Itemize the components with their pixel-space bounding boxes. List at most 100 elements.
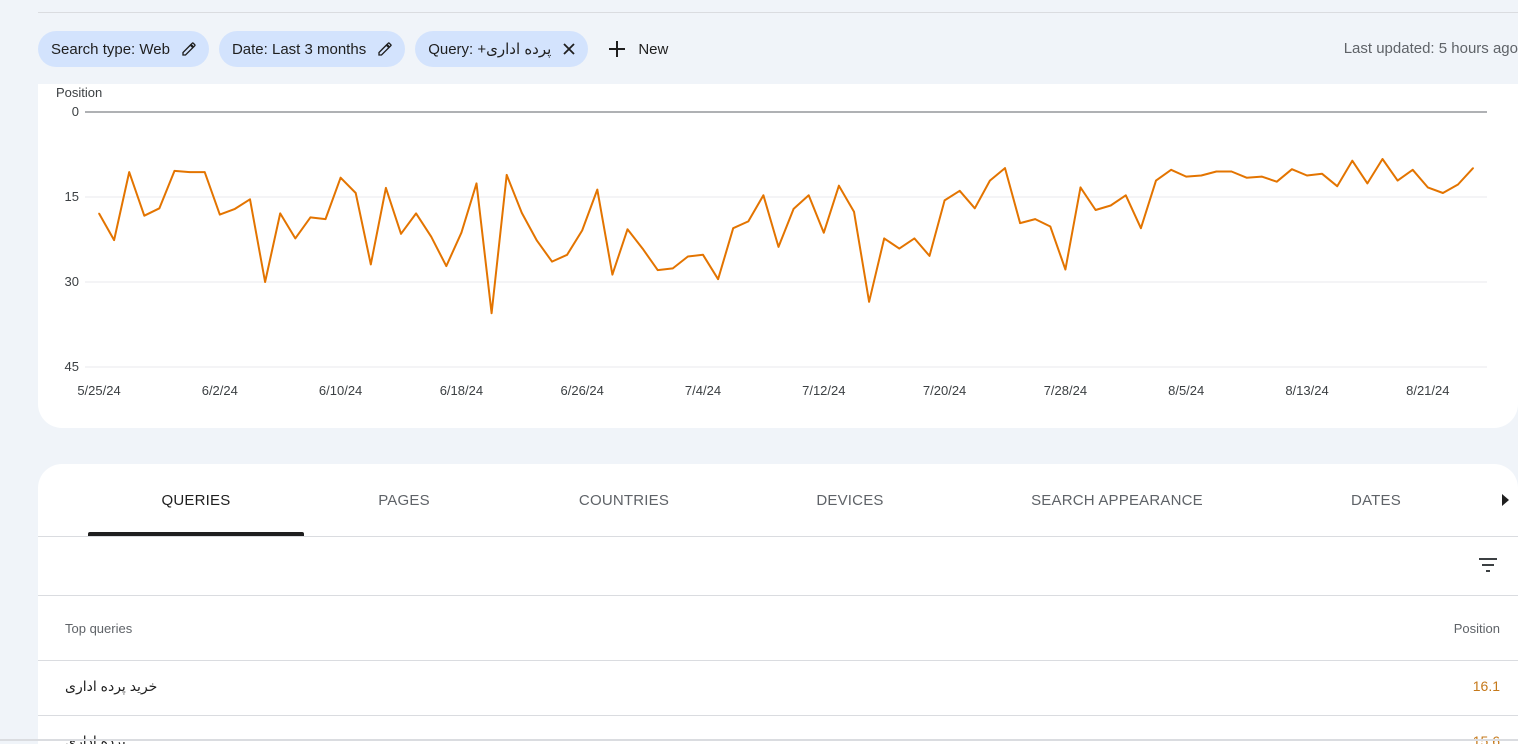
scroll-right-icon[interactable] xyxy=(1500,490,1512,510)
query-chip[interactable]: Query: +پرده اداری xyxy=(415,31,589,67)
x-tick-label: 6/10/24 xyxy=(319,383,362,398)
data-point xyxy=(1155,179,1157,182)
search-type-chip[interactable]: Search type: Web xyxy=(38,31,209,67)
data-point xyxy=(1230,170,1233,173)
x-tick-label: 8/5/24 xyxy=(1168,383,1204,398)
data-point xyxy=(1472,167,1474,169)
data-point xyxy=(989,179,991,182)
new-filter-button[interactable]: New xyxy=(608,40,668,58)
data-point xyxy=(475,182,478,185)
dimension-tabs: QUERIES PAGES COUNTRIES DEVICES SEARCH A… xyxy=(38,464,1518,537)
data-point xyxy=(1336,185,1338,188)
data-point xyxy=(1094,209,1097,211)
data-point xyxy=(1034,218,1036,220)
data-point xyxy=(974,207,976,210)
data-point xyxy=(400,233,402,235)
data-point xyxy=(536,239,538,242)
data-point xyxy=(1109,204,1112,207)
data-point xyxy=(445,265,448,267)
data-point xyxy=(1381,158,1384,160)
data-point xyxy=(1200,174,1203,177)
data-point xyxy=(1170,169,1172,171)
chip-label: Query: +پرده اداری xyxy=(428,41,552,58)
x-tick-label: 6/26/24 xyxy=(561,383,604,398)
table-header: Top queries Position xyxy=(38,596,1518,661)
tab-countries[interactable]: COUNTRIES xyxy=(524,464,724,536)
data-point xyxy=(370,263,372,266)
data-point xyxy=(249,198,251,201)
data-point xyxy=(158,207,161,210)
data-point xyxy=(234,208,236,210)
data-point xyxy=(1442,192,1444,194)
tab-dates[interactable]: DATES xyxy=(1306,464,1446,536)
tab-pages[interactable]: PAGES xyxy=(304,464,504,536)
x-tick-label: 7/20/24 xyxy=(923,383,966,398)
data-point xyxy=(521,212,523,214)
data-point xyxy=(1276,180,1278,183)
data-point xyxy=(385,187,387,189)
date-chip[interactable]: Date: Last 3 months xyxy=(218,31,406,67)
data-point xyxy=(551,260,553,263)
data-point xyxy=(1321,172,1323,175)
x-tick-label: 6/18/24 xyxy=(440,383,483,398)
x-tick-label: 5/25/24 xyxy=(77,383,120,398)
position-cell: 16.1 xyxy=(1472,678,1500,694)
data-point xyxy=(309,216,312,219)
position-series-line[interactable] xyxy=(98,158,1474,315)
tab-queries[interactable]: QUERIES xyxy=(88,464,304,536)
position-line-chart: Position 0 15 30 45 5/25/24 6/2/24 6/10/24 6/18… xyxy=(56,85,1487,398)
filter-rows-icon[interactable] xyxy=(1476,553,1500,577)
data-point xyxy=(581,229,583,232)
tab-devices[interactable]: DEVICES xyxy=(750,464,950,536)
grid-lines xyxy=(85,111,1487,368)
x-tick-label: 7/28/24 xyxy=(1044,383,1087,398)
data-point xyxy=(490,312,493,314)
data-point xyxy=(1427,186,1429,189)
data-point xyxy=(1125,194,1127,197)
data-point xyxy=(626,228,629,231)
top-divider xyxy=(38,12,1518,13)
data-point xyxy=(656,269,659,271)
data-point xyxy=(1245,176,1248,179)
data-point xyxy=(264,281,266,283)
filter-bar: Search type: Web Date: Last 3 months Que… xyxy=(38,31,668,67)
position-chart-card: Position 0 15 30 45 5/25/24 6/2/24 6/10/24 6/18… xyxy=(38,84,1518,428)
close-icon[interactable] xyxy=(562,42,576,56)
data-point xyxy=(339,176,342,179)
tab-search-appearance[interactable]: SEARCH APPEARANCE xyxy=(1007,464,1227,536)
column-header-queries[interactable]: Top queries xyxy=(65,621,132,636)
data-point xyxy=(1079,186,1082,189)
data-point xyxy=(1049,225,1052,228)
pencil-icon xyxy=(182,42,196,56)
data-point xyxy=(219,213,221,216)
data-point xyxy=(143,214,146,217)
table-row[interactable]: خرید پرده اداری 16.1 xyxy=(38,661,1518,716)
query-cell: خرید پرده اداری xyxy=(65,678,158,694)
data-point xyxy=(505,174,508,176)
table-toolbar xyxy=(38,537,1518,596)
x-tick-label: 6/2/24 xyxy=(202,383,238,398)
plus-icon xyxy=(609,41,626,57)
data-point xyxy=(354,192,357,194)
data-point xyxy=(294,237,297,240)
data-point xyxy=(717,278,719,280)
y-axis-title: Position xyxy=(56,85,102,100)
data-point xyxy=(1351,159,1354,162)
data-point xyxy=(823,231,825,234)
x-tick-label: 8/13/24 xyxy=(1285,383,1328,398)
data-point xyxy=(747,220,750,223)
data-point xyxy=(1215,170,1218,173)
data-point xyxy=(762,194,765,197)
data-point xyxy=(596,188,599,191)
data-point xyxy=(1140,227,1142,229)
data-point xyxy=(324,218,327,220)
data-point xyxy=(611,273,614,276)
chip-label: Date: Last 3 months xyxy=(231,40,367,58)
active-tab-indicator xyxy=(88,532,304,536)
data-point xyxy=(460,231,463,234)
data-point xyxy=(279,212,281,215)
data-point xyxy=(838,184,840,187)
data-point xyxy=(853,210,855,213)
column-header-position[interactable]: Position xyxy=(1454,621,1500,636)
data-point xyxy=(883,237,885,240)
